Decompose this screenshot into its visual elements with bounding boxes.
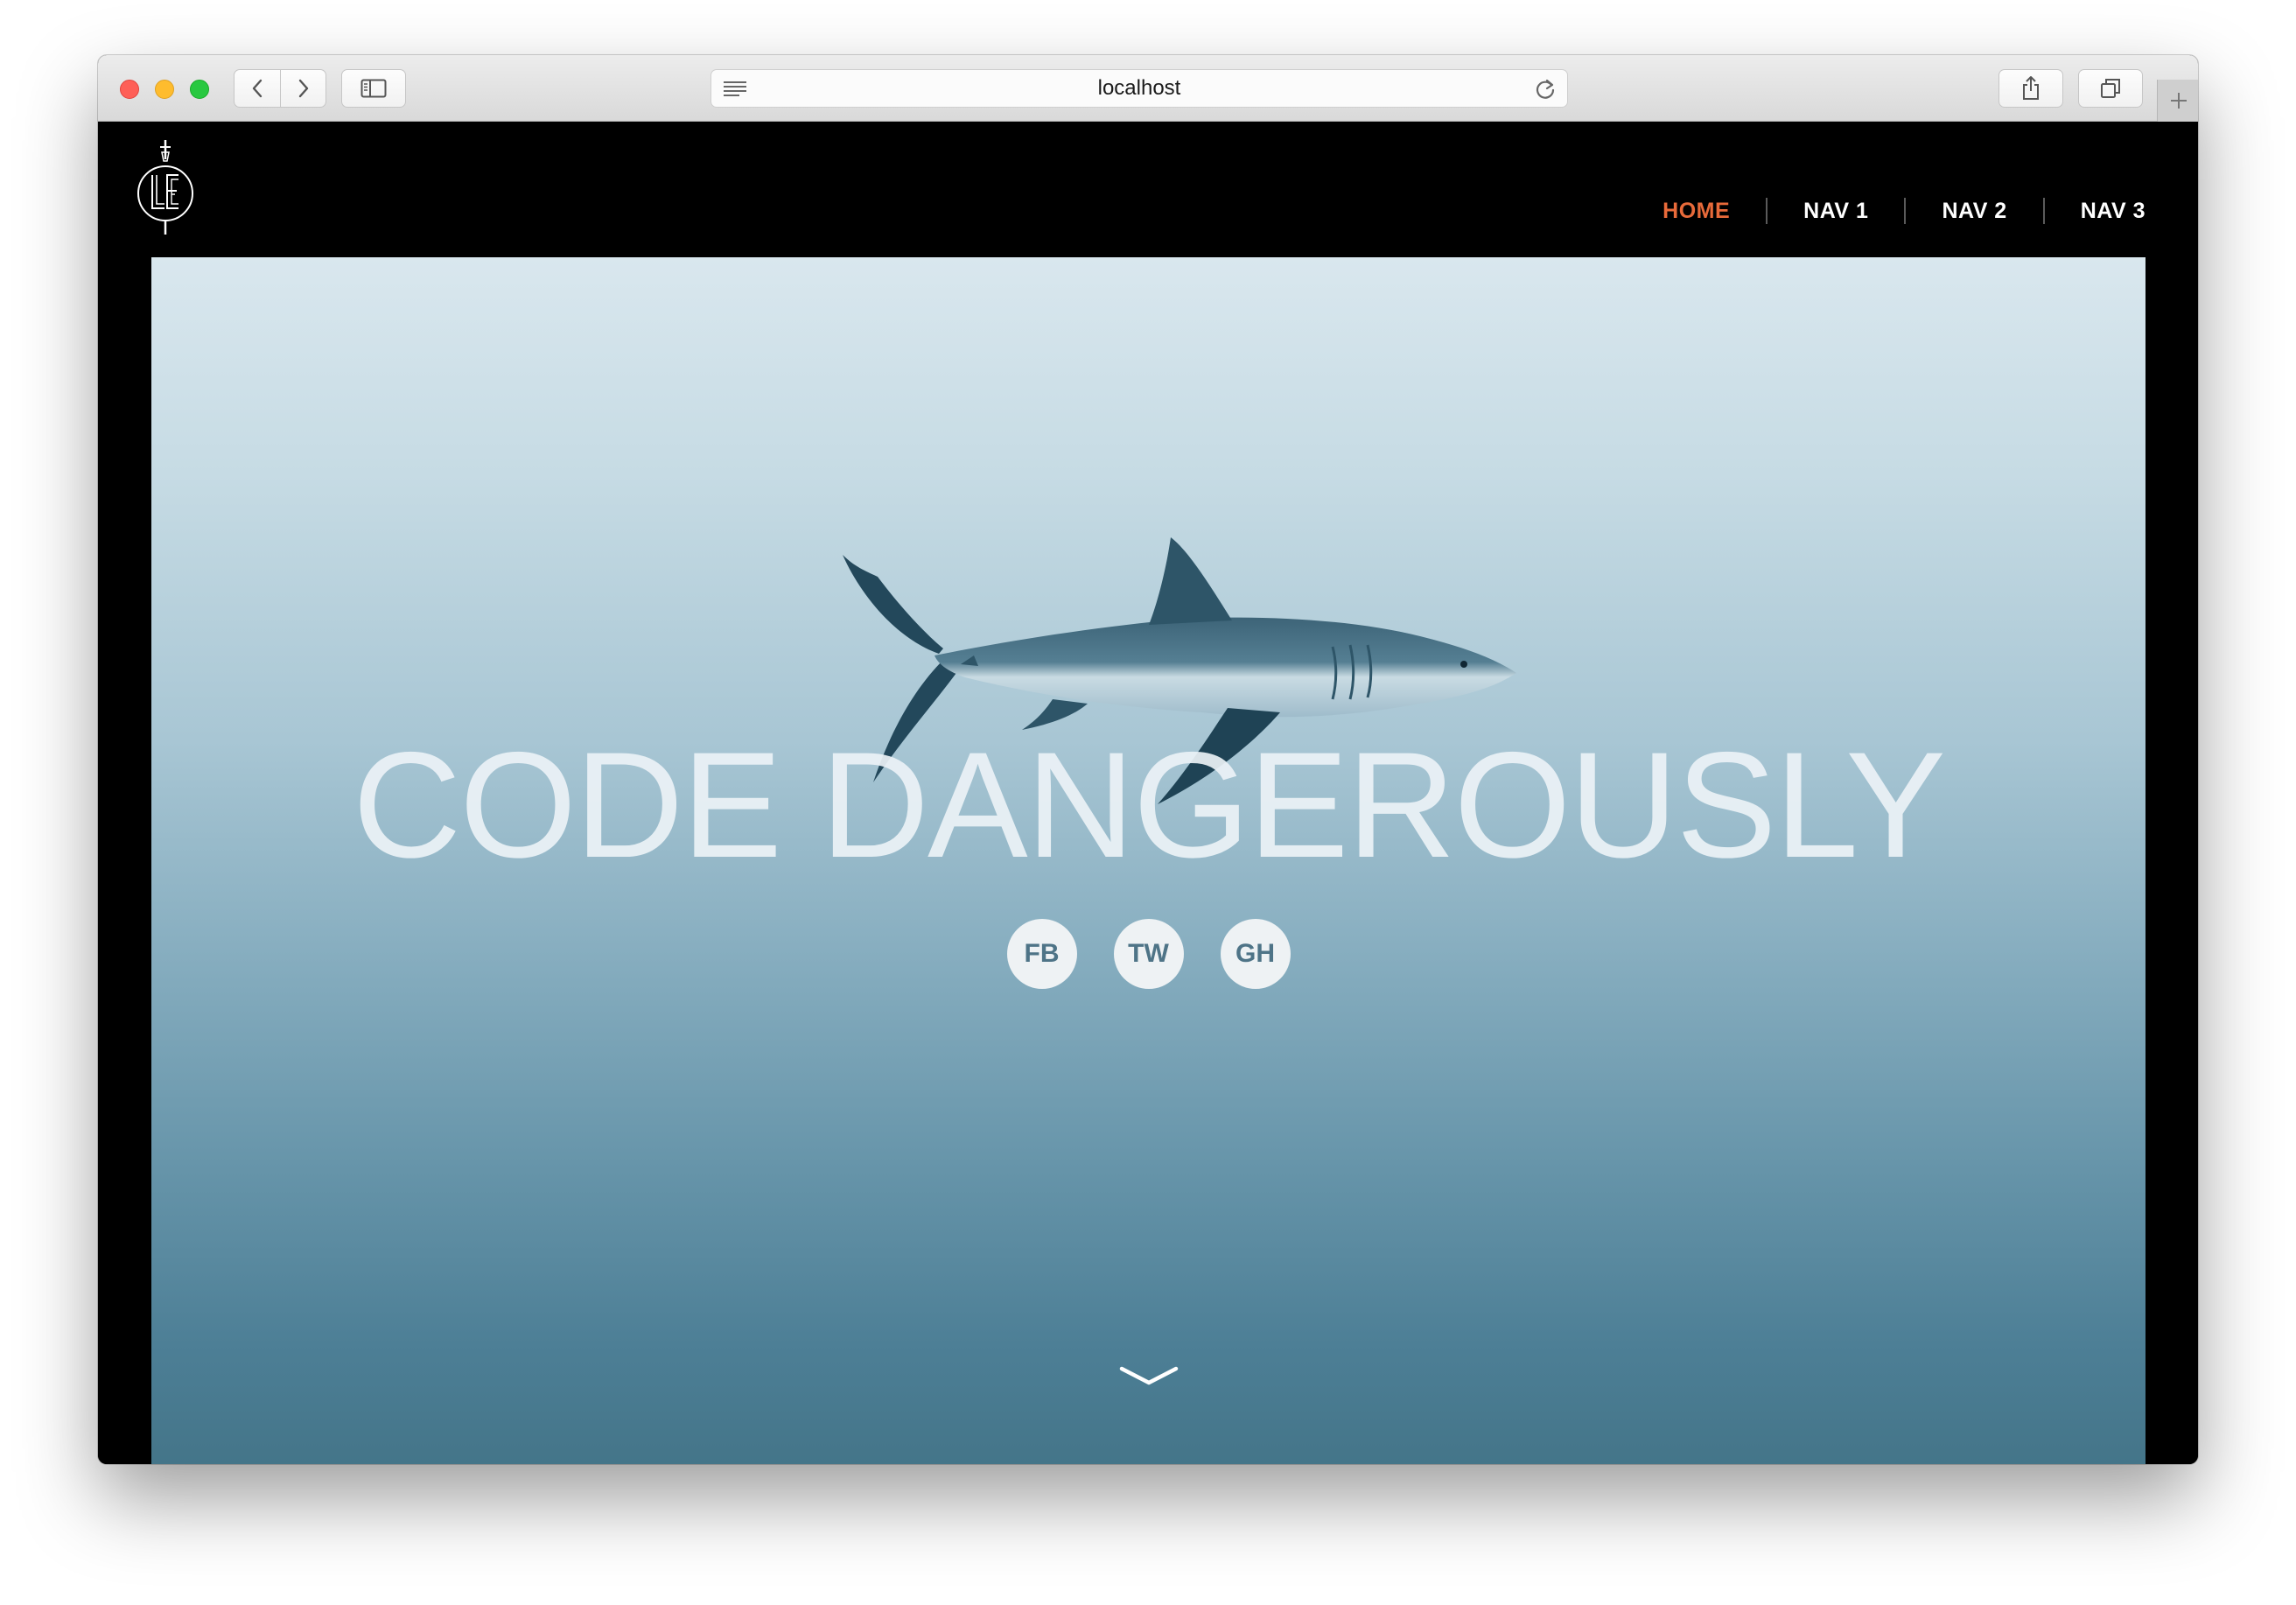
nav-1[interactable]: NAV 1 (1768, 199, 1904, 224)
forward-button[interactable] (280, 70, 326, 107)
main-nav: HOME NAV 1 NAV 2 NAV 3 (1627, 198, 2146, 224)
browser-window: localhost HOME NAV 1 NAV 2 NAV 3 CODE DA… (98, 55, 2198, 1464)
sidebar-button[interactable] (341, 69, 406, 108)
nav-home[interactable]: HOME (1627, 199, 1766, 224)
url-text: localhost (1097, 76, 1181, 100)
tabs-icon (2101, 79, 2120, 98)
minimize-window-button[interactable] (155, 80, 174, 99)
maximize-window-button[interactable] (190, 80, 209, 99)
new-tab-button[interactable] (2157, 80, 2198, 122)
history-nav-group (234, 69, 326, 108)
address-bar[interactable]: localhost (710, 69, 1568, 108)
share-icon (2023, 76, 2039, 100)
twitter-button[interactable]: TW (1113, 919, 1184, 989)
web-page: HOME NAV 1 NAV 2 NAV 3 CODE DANGEROUSLY … (98, 123, 2198, 1464)
plus-icon (2170, 93, 2187, 109)
forward-icon (298, 79, 308, 98)
reload-icon[interactable] (1534, 78, 1557, 101)
github-button[interactable]: GH (1220, 919, 1291, 989)
close-window-button[interactable] (120, 80, 139, 99)
back-icon (252, 79, 262, 98)
browser-toolbar: localhost (98, 55, 2198, 122)
facebook-button[interactable]: FB (1006, 919, 1077, 989)
show-tabs-button[interactable] (2078, 69, 2143, 108)
nav-3[interactable]: NAV 3 (2045, 199, 2146, 224)
share-button[interactable] (1998, 69, 2063, 108)
back-button[interactable] (234, 70, 280, 107)
hero-headline: CODE DANGEROUSLY (353, 721, 1946, 889)
logo[interactable] (135, 138, 196, 236)
hero-section: CODE DANGEROUSLY FB TW GH (151, 257, 2146, 1464)
sidebar-icon (360, 79, 387, 98)
social-links: FB TW GH (151, 919, 2146, 989)
reader-icon[interactable] (722, 79, 748, 98)
chevron-down-icon[interactable] (1119, 1364, 1179, 1387)
nav-2[interactable]: NAV 2 (1906, 199, 2042, 224)
